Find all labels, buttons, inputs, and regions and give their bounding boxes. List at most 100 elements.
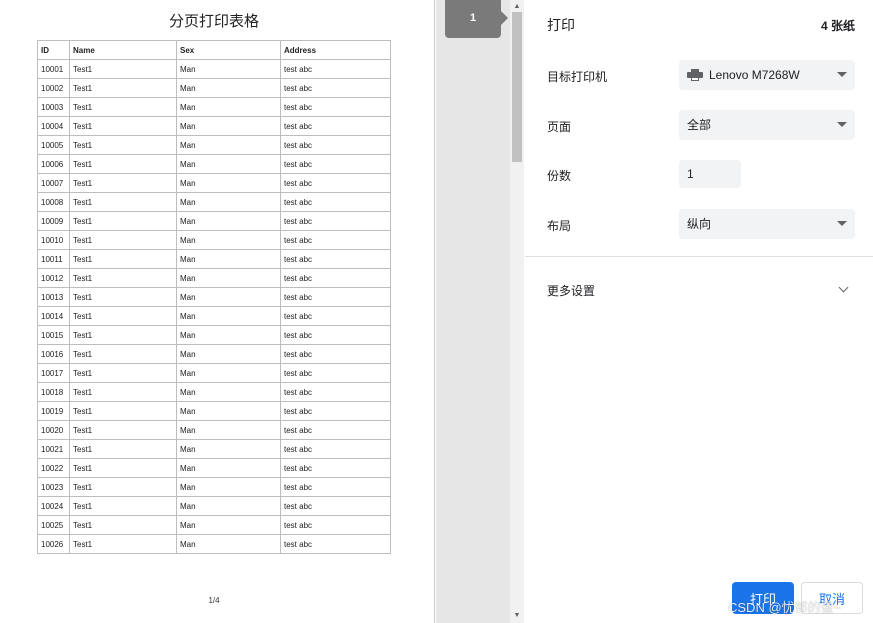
table-cell: 10002 — [37, 78, 70, 98]
table-row: 10005 Test1 Man test abc — [37, 135, 391, 155]
scroll-down-icon[interactable]: ▼ — [510, 611, 524, 621]
table-cell: Test1 — [69, 496, 177, 516]
table-cell: Man — [176, 401, 281, 421]
table-cell: test abc — [280, 363, 391, 383]
table-row: 10026 Test1 Man test abc — [37, 534, 391, 554]
table-cell: 10005 — [37, 135, 70, 155]
column-header-sex: Sex — [176, 40, 281, 60]
table-cell: Man — [176, 173, 281, 193]
table-cell: Man — [176, 458, 281, 478]
table-cell: Man — [176, 439, 281, 459]
divider — [525, 256, 873, 257]
table-cell: 10003 — [37, 97, 70, 117]
table-cell: Test1 — [69, 477, 177, 497]
layout-select[interactable]: 纵向 — [679, 209, 855, 239]
table-cell: test abc — [280, 154, 391, 174]
table-cell: Test1 — [69, 458, 177, 478]
table-cell: Man — [176, 382, 281, 402]
table-cell: 10024 — [37, 496, 70, 516]
print-preview-page: 分页打印表格 ID Name Sex Address 10001 Test1 Man… — [0, 0, 435, 623]
table-cell: Man — [176, 135, 281, 155]
table-cell: test abc — [280, 230, 391, 250]
table-cell: Test1 — [69, 534, 177, 554]
table-cell: Man — [176, 363, 281, 383]
table-row: 10002 Test1 Man test abc — [37, 78, 391, 98]
table-cell: test abc — [280, 496, 391, 516]
table-cell: 10017 — [37, 363, 70, 383]
scrollbar-thumb[interactable] — [512, 12, 522, 162]
table-cell: Test1 — [69, 192, 177, 212]
preview-scrollbar[interactable]: ▲ ▼ — [510, 0, 524, 623]
table-cell: Test1 — [69, 116, 177, 136]
table-row: 10021 Test1 Man test abc — [37, 439, 391, 459]
table-cell: Test1 — [69, 287, 177, 307]
table-cell: test abc — [280, 382, 391, 402]
table-cell: Man — [176, 534, 281, 554]
table-cell: Test1 — [69, 211, 177, 231]
table-cell: 10010 — [37, 230, 70, 250]
table-cell: test abc — [280, 515, 391, 535]
table-cell: Man — [176, 268, 281, 288]
table-row: 10009 Test1 Man test abc — [37, 211, 391, 231]
table-cell: Man — [176, 287, 281, 307]
table-cell: Test1 — [69, 382, 177, 402]
table-cell: Man — [176, 192, 281, 212]
scroll-up-icon[interactable]: ▲ — [510, 2, 524, 12]
chevron-down-icon — [838, 282, 849, 293]
table-cell: test abc — [280, 306, 391, 326]
table-cell: 10001 — [37, 59, 70, 79]
table-row: 10011 Test1 Man test abc — [37, 249, 391, 269]
table-row: 10014 Test1 Man test abc — [37, 306, 391, 326]
table-row: 10013 Test1 Man test abc — [37, 287, 391, 307]
table-cell: Test1 — [69, 515, 177, 535]
table-cell: Man — [176, 154, 281, 174]
table-cell: 10008 — [37, 192, 70, 212]
table-cell: Test1 — [69, 59, 177, 79]
table-cell: Man — [176, 496, 281, 516]
table-row: 10003 Test1 Man test abc — [37, 97, 391, 117]
table-cell: Test1 — [69, 325, 177, 345]
table-cell: Test1 — [69, 401, 177, 421]
table-cell: test abc — [280, 116, 391, 136]
table-cell: test abc — [280, 420, 391, 440]
table-cell: 10014 — [37, 306, 70, 326]
table-row: 10015 Test1 Man test abc — [37, 325, 391, 345]
table-cell: test abc — [280, 59, 391, 79]
table-cell: Test1 — [69, 268, 177, 288]
sheet-count: 4 张纸 — [820, 19, 855, 33]
table-body: 10001 Test1 Man test abc 10002 Test1 Man test a… — [37, 59, 391, 554]
table-row: 10006 Test1 Man test abc — [37, 154, 391, 174]
pages-value: 全部 — [687, 118, 712, 132]
table-cell: Man — [176, 211, 281, 231]
table-row: 10023 Test1 Man test abc — [37, 477, 391, 497]
table-row: 10018 Test1 Man test abc — [37, 382, 391, 402]
pages-select[interactable]: 全部 — [679, 110, 855, 140]
table-cell: 10009 — [37, 211, 70, 231]
table-row: 10012 Test1 Man test abc — [37, 268, 391, 288]
table-row: 10025 Test1 Man test abc — [37, 515, 391, 535]
table-cell: Test1 — [69, 439, 177, 459]
table-row: 10010 Test1 Man test abc — [37, 230, 391, 250]
destination-value: Lenovo M7268W — [709, 68, 800, 82]
layout-value: 纵向 — [687, 217, 712, 231]
table-cell: Test1 — [69, 97, 177, 117]
table-cell: 10015 — [37, 325, 70, 345]
table-row: 10016 Test1 Man test abc — [37, 344, 391, 364]
data-table: ID Name Sex Address 10001 Test1 Man test ab… — [37, 40, 391, 554]
table-row: 10024 Test1 Man test abc — [37, 496, 391, 516]
panel-title: 打印 — [547, 17, 575, 33]
more-settings-toggle[interactable]: 更多设置 — [525, 270, 873, 308]
document-title: 分页打印表格 — [168, 13, 259, 30]
page-indicator: 1/4 — [208, 596, 220, 605]
table-cell: test abc — [280, 401, 391, 421]
copies-input[interactable] — [679, 160, 741, 188]
table-cell: 10018 — [37, 382, 70, 402]
page-thumbnail-badge[interactable]: 1 — [445, 0, 508, 38]
table-cell: Man — [176, 306, 281, 326]
table-cell: test abc — [280, 192, 391, 212]
column-header-address: Address — [280, 40, 391, 60]
table-cell: test abc — [280, 325, 391, 345]
table-cell: test abc — [280, 211, 391, 231]
table-cell: Man — [176, 249, 281, 269]
destination-select[interactable]: Lenovo M7268W — [679, 60, 855, 90]
